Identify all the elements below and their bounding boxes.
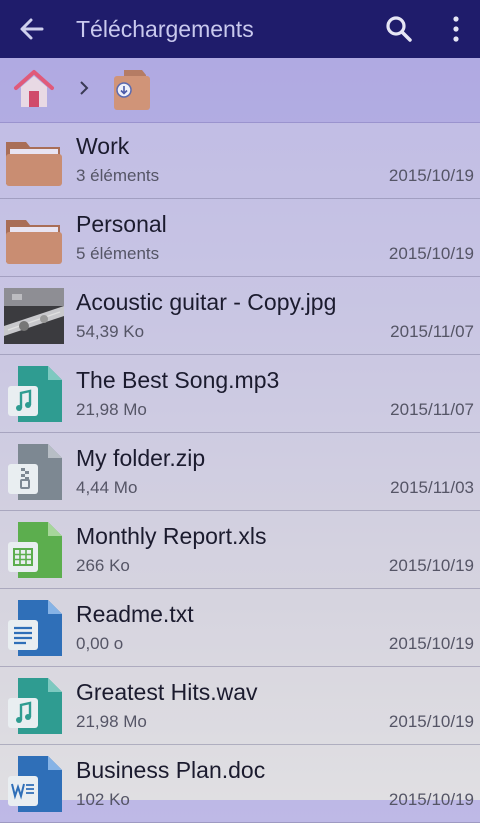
file-date: 2015/10/19 — [388, 712, 474, 731]
home-icon[interactable] — [12, 67, 56, 111]
file-date: 2015/10/19 — [388, 166, 474, 185]
file-date: 2015/10/19 — [388, 790, 474, 809]
file-meta: 102 Ko — [76, 790, 130, 809]
list-item[interactable]: Personal 5 éléments 2015/10/19 — [0, 199, 480, 277]
breadcrumb — [0, 58, 480, 123]
list-item[interactable]: Work 3 éléments 2015/10/19 — [0, 121, 480, 199]
list-item[interactable]: The Best Song.mp3 21,98 Mo 2015/11/07 — [0, 355, 480, 433]
file-name: The Best Song.mp3 — [76, 367, 280, 393]
file-date: 2015/11/07 — [390, 400, 474, 419]
file-meta: 21,98 Mo — [76, 712, 147, 731]
file-name: Acoustic guitar - Copy.jpg — [76, 289, 337, 315]
file-meta: 5 éléments — [76, 244, 160, 263]
file-list: Work 3 éléments 2015/10/19 Personal 5 él… — [0, 121, 480, 823]
file-date: 2015/10/19 — [388, 244, 474, 263]
word-file-icon — [8, 756, 62, 812]
audio-file-icon — [8, 366, 62, 422]
file-meta: 3 éléments — [76, 166, 160, 185]
list-item[interactable]: Greatest Hits.wav 21,98 Mo 2015/10/19 — [0, 667, 480, 745]
file-date: 2015/11/07 — [390, 322, 474, 341]
file-date: 2015/11/03 — [390, 478, 474, 497]
file-name: My folder.zip — [76, 445, 206, 471]
list-item[interactable]: Acoustic guitar - Copy.jpg 54,39 Ko 2015… — [0, 277, 480, 355]
file-name: Business Plan.doc — [76, 757, 266, 783]
search-icon[interactable] — [383, 13, 415, 45]
list-item[interactable]: Monthly Report.xls 266 Ko 2015/10/19 — [0, 511, 480, 589]
chevron-right-icon — [80, 81, 89, 95]
folder-icon — [6, 142, 62, 186]
file-name: Readme.txt — [76, 601, 194, 627]
folder-icon — [6, 220, 62, 264]
file-name: Monthly Report.xls — [76, 523, 267, 549]
spreadsheet-file-icon — [8, 522, 62, 578]
image-thumbnail-icon — [4, 288, 64, 344]
list-item[interactable]: My folder.zip 4,44 Mo 2015/11/03 — [0, 433, 480, 511]
file-meta: 0,00 o — [76, 634, 124, 653]
file-name: Greatest Hits.wav — [76, 679, 258, 705]
file-name: Work — [76, 133, 130, 159]
file-name: Personal — [76, 211, 167, 237]
file-meta: 54,39 Ko — [76, 322, 145, 341]
list-item[interactable]: Readme.txt 0,00 o 2015/10/19 — [0, 589, 480, 667]
page-title: Téléchargements — [76, 16, 254, 42]
arrow-left-icon[interactable] — [16, 13, 48, 45]
file-meta: 4,44 Mo — [76, 478, 138, 497]
download-folder-icon[interactable] — [110, 66, 156, 114]
list-item[interactable]: Business Plan.doc 102 Ko 2015/10/19 — [0, 745, 480, 823]
file-meta: 21,98 Mo — [76, 400, 147, 419]
audio-file-icon — [8, 678, 62, 734]
zip-file-icon — [8, 444, 62, 500]
app-bar: Téléchargements — [0, 0, 480, 58]
file-meta: 266 Ko — [76, 556, 130, 575]
file-date: 2015/10/19 — [388, 634, 474, 653]
file-date: 2015/10/19 — [388, 556, 474, 575]
text-file-icon — [8, 600, 62, 656]
more-vert-icon[interactable] — [440, 13, 472, 45]
